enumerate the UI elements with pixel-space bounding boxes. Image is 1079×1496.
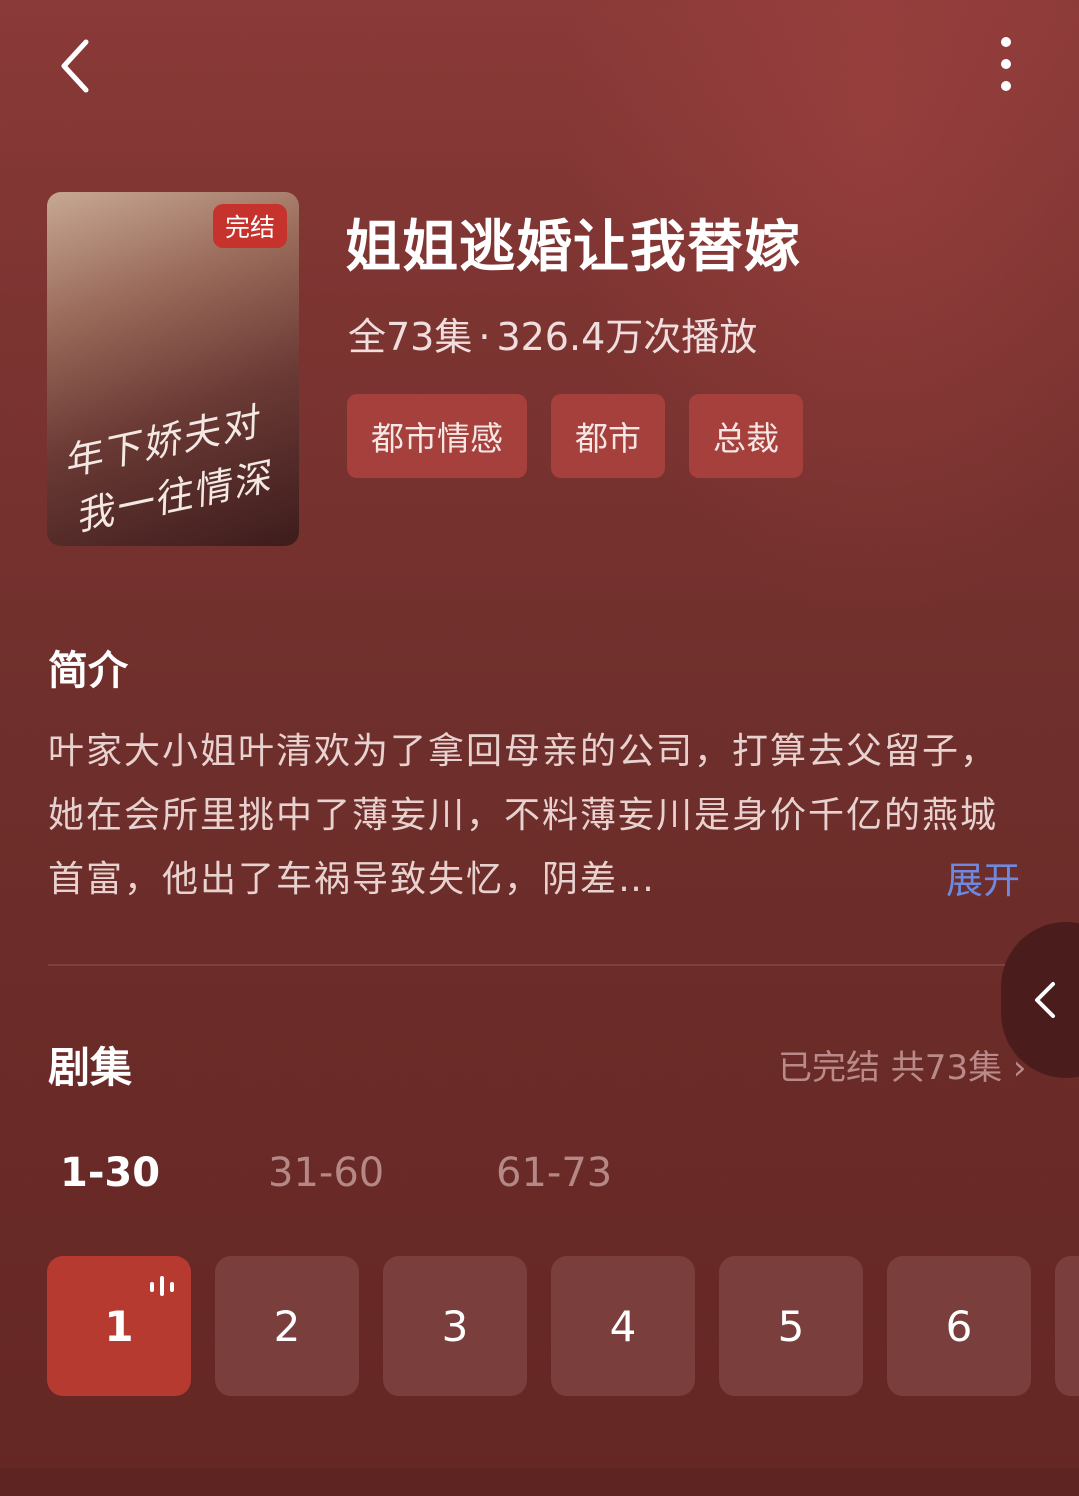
- episode-button[interactable]: 1: [47, 1256, 191, 1396]
- divider: [48, 964, 1030, 966]
- range-tab-61-73[interactable]: 61-73: [496, 1150, 612, 1196]
- episode-number: 1: [104, 1301, 134, 1351]
- range-tab-31-60[interactable]: 31-60: [268, 1150, 384, 1196]
- episode-number: 4: [609, 1301, 637, 1351]
- expand-link[interactable]: 展开: [946, 850, 1020, 904]
- meta-separator: ·: [478, 315, 491, 359]
- back-chevron-icon: [61, 39, 89, 93]
- more-button[interactable]: [984, 34, 1028, 98]
- back-button[interactable]: [52, 36, 108, 96]
- more-vertical-icon: [1001, 37, 1011, 91]
- range-tab-1-30[interactable]: 1-30: [60, 1150, 160, 1196]
- show-meta: 全73集 · 326.4万次播放: [348, 306, 757, 361]
- tag-chip[interactable]: 都市情感: [347, 394, 527, 478]
- episode-button[interactable]: 6: [887, 1256, 1031, 1396]
- poster-title-art: 年下娇夫对我一往情深: [59, 399, 276, 540]
- play-count: 326.4万次播放: [496, 315, 758, 359]
- episode-button[interactable]: 4: [551, 1256, 695, 1396]
- poster-image: 完结 年下娇夫对我一往情深: [47, 192, 299, 546]
- episode-button[interactable]: 2: [215, 1256, 359, 1396]
- tag-chip[interactable]: 总裁: [689, 394, 803, 478]
- completed-badge: 完结: [212, 204, 287, 248]
- episodes-status-link[interactable]: 已完结 共73集 ›: [778, 1040, 1026, 1089]
- show-title: 姐姐逃婚让我替嫁: [345, 215, 801, 280]
- episode-button[interactable]: 3: [383, 1256, 527, 1396]
- episode-button[interactable]: 5: [719, 1256, 863, 1396]
- tag-chip[interactable]: 都市: [551, 394, 665, 478]
- episode-number: 5: [777, 1301, 805, 1351]
- playing-indicator-icon: [150, 1276, 174, 1296]
- tag-list: 都市情感 都市 总裁: [347, 394, 803, 478]
- episodes-heading: 剧集: [48, 1043, 133, 1092]
- intro-heading: 简介: [48, 648, 128, 694]
- episode-number: 6: [945, 1301, 973, 1351]
- episode-button-partial[interactable]: [1055, 1256, 1079, 1396]
- episode-number: 3: [441, 1301, 469, 1351]
- episode-number: 2: [273, 1301, 301, 1351]
- episode-count: 全73集: [348, 315, 473, 359]
- intro-text: 叶家大小姐叶清欢为了拿回母亲的公司，打算去父留子，她在会所里挑中了薄妄川，不料薄…: [48, 731, 999, 900]
- bottom-bar: [0, 1468, 1079, 1496]
